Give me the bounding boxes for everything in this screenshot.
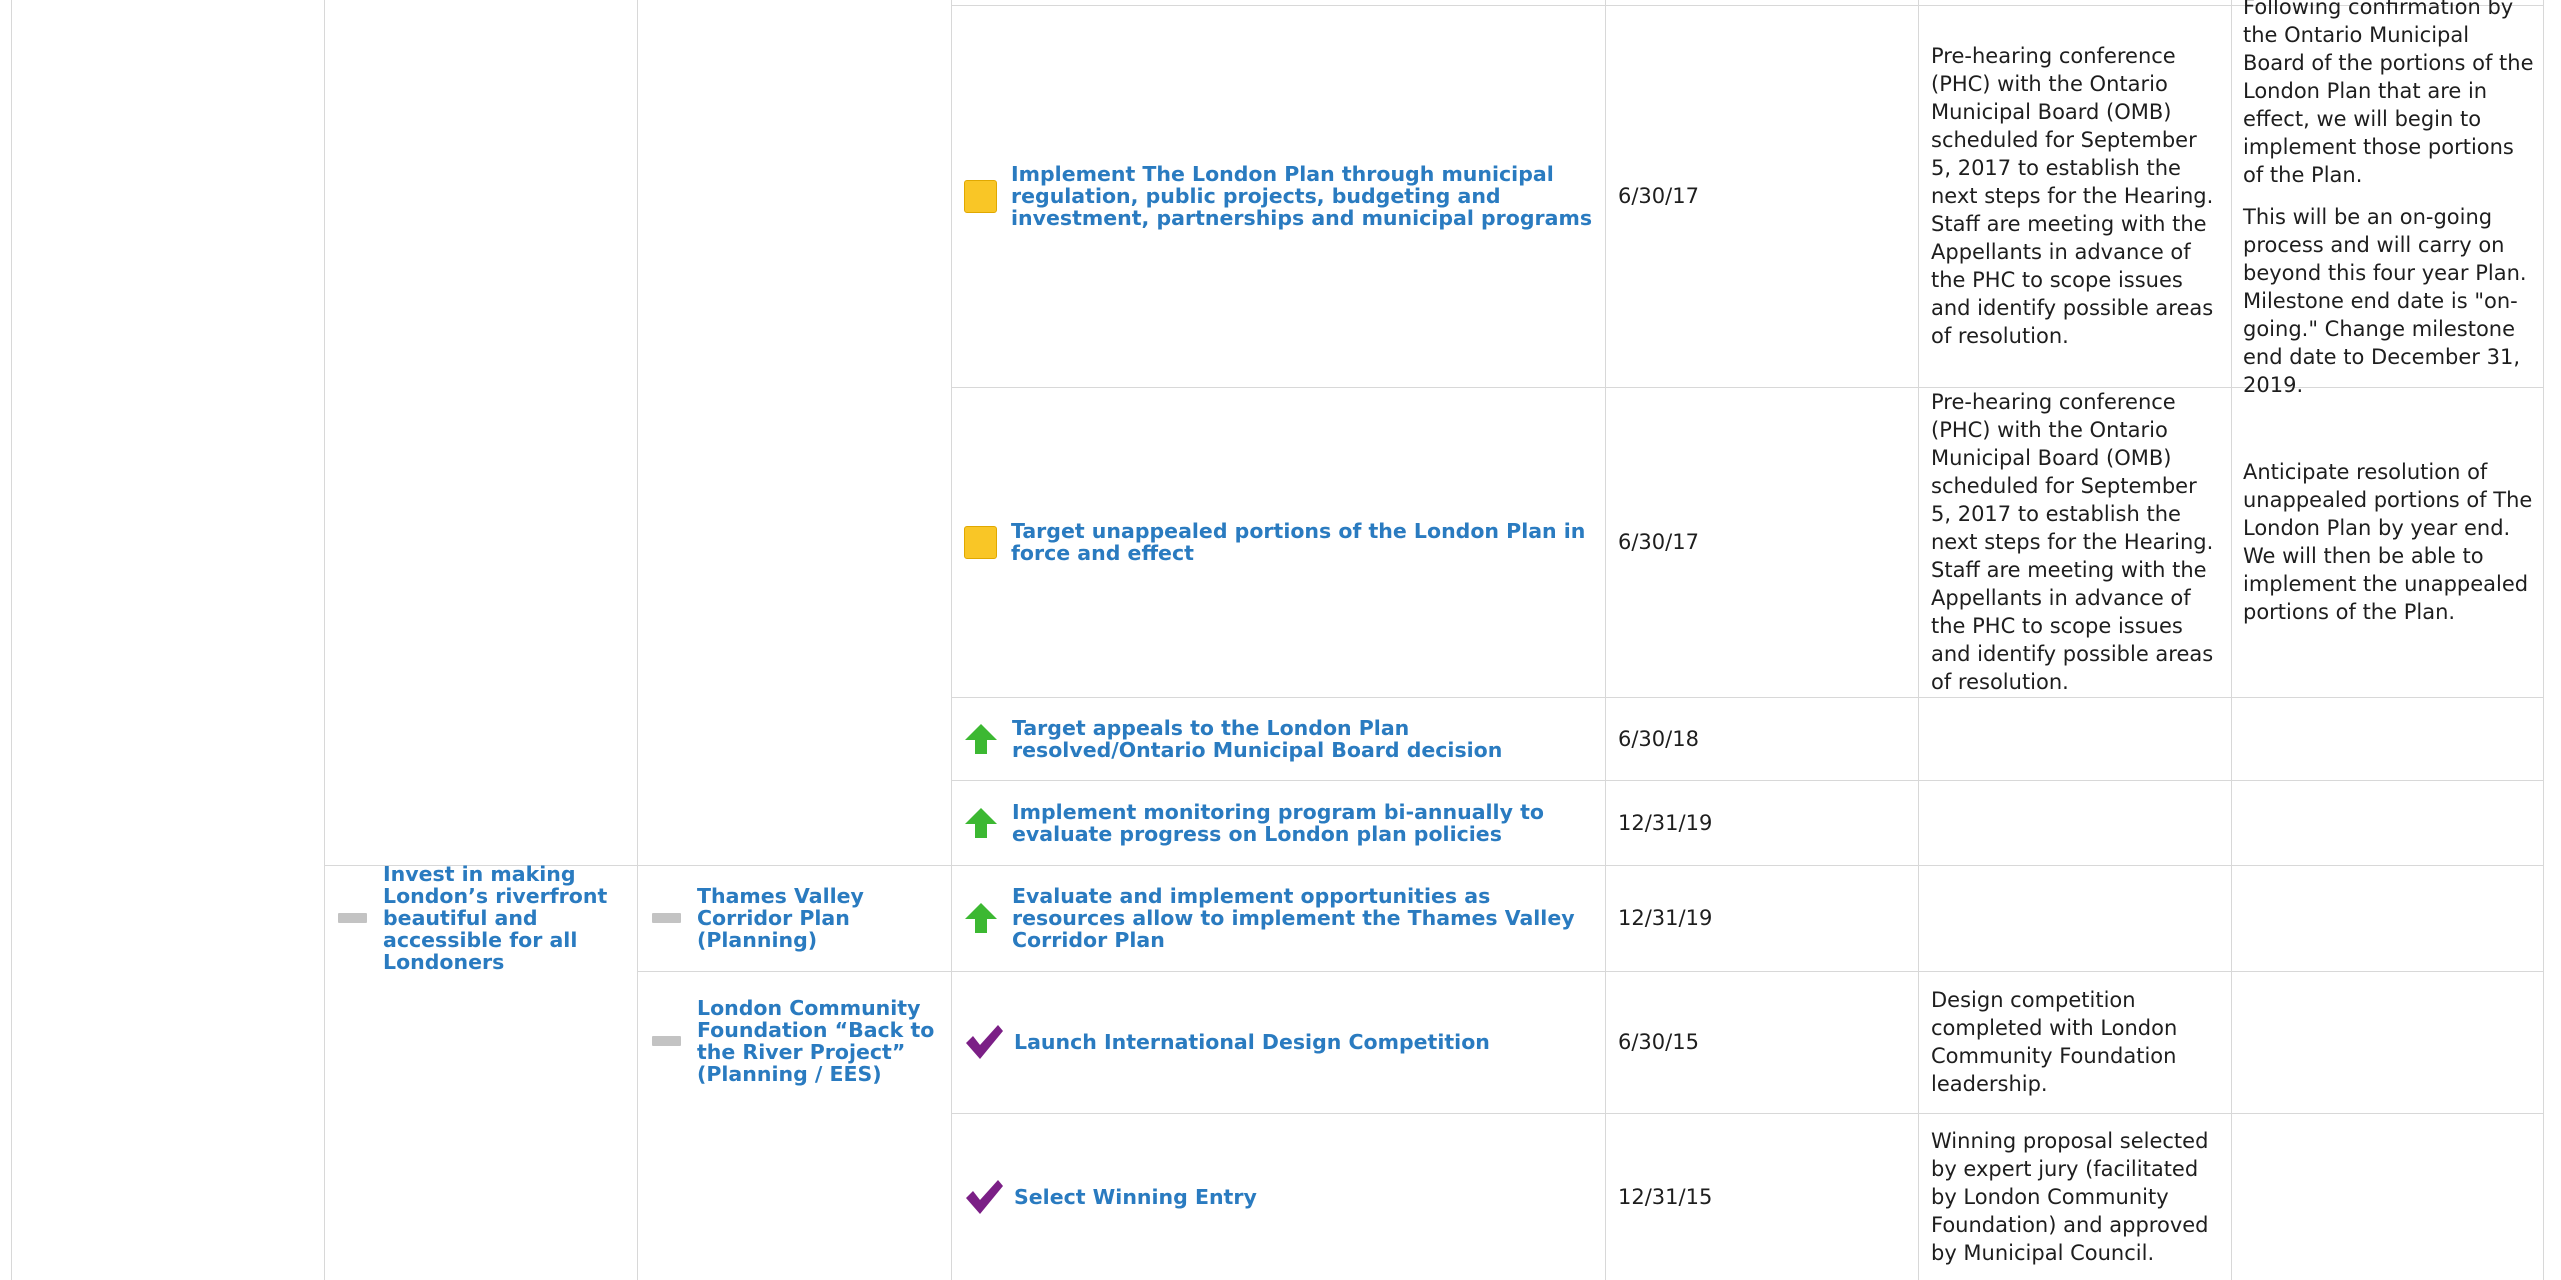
progress-text: Pre-hearing conference (PHC) with the On… bbox=[1931, 390, 2214, 694]
initiative-row: London Community Foundation “Back to the… bbox=[652, 990, 938, 1092]
milestone-date: 12/31/15 bbox=[1618, 1184, 1713, 1209]
note-paragraph: Following confirmation by the Ontario Mu… bbox=[2243, 0, 2534, 187]
milestone-row: Implement monitoring program bi-annually… bbox=[964, 780, 1596, 865]
green-up-arrow-icon bbox=[965, 903, 997, 933]
column-divider bbox=[951, 0, 952, 1280]
note-paragraph: Anticipate resolution of unappealed port… bbox=[2243, 460, 2533, 624]
grey-dash-icon bbox=[652, 913, 681, 923]
milestone-row: Target unappealed portions of the London… bbox=[964, 387, 1596, 697]
milestone-link[interactable]: Select Winning Entry bbox=[1014, 1186, 1257, 1208]
milestone-link[interactable]: Target appeals to the London Plan resolv… bbox=[1012, 717, 1596, 761]
milestone-row: Launch International Design Competition bbox=[964, 971, 1596, 1113]
green-up-arrow-icon bbox=[965, 807, 997, 838]
notes-text: Following confirmation by the Ontario Mu… bbox=[2243, 0, 2537, 397]
column-divider bbox=[2543, 0, 2544, 1280]
milestone-row: Evaluate and implement opportunities as … bbox=[964, 865, 1596, 971]
milestone-link[interactable]: Evaluate and implement opportunities as … bbox=[1012, 885, 1596, 951]
column-divider bbox=[637, 0, 638, 1280]
milestone-link[interactable]: Implement The London Plan through munici… bbox=[1011, 163, 1596, 229]
milestone-link[interactable]: Launch International Design Competition bbox=[1014, 1031, 1490, 1053]
column-divider bbox=[2231, 0, 2232, 1280]
progress-text: Winning proposal selected by expert jury… bbox=[1931, 1128, 2209, 1265]
note-paragraph: This will be an on-going process and wil… bbox=[2243, 205, 2527, 397]
column-divider bbox=[1605, 0, 1606, 1280]
notes-text: Anticipate resolution of unappealed port… bbox=[2243, 387, 2537, 697]
yellow-square-icon bbox=[964, 525, 997, 559]
milestone-row: Target appeals to the London Plan resolv… bbox=[964, 697, 1596, 780]
milestone-date: 12/31/19 bbox=[1618, 906, 1713, 930]
milestone-date: 6/30/17 bbox=[1618, 530, 1699, 554]
progress-text: Pre-hearing conference (PHC) with the On… bbox=[1931, 44, 2214, 348]
strategy-row: Invest in making London’s riverfront bea… bbox=[338, 863, 624, 973]
initiative-link[interactable]: London Community Foundation “Back to the… bbox=[697, 997, 938, 1085]
grey-dash-icon bbox=[652, 1036, 681, 1046]
strategy-link[interactable]: Invest in making London’s riverfront bea… bbox=[383, 863, 624, 973]
yellow-square-icon bbox=[964, 179, 997, 213]
green-up-arrow-icon bbox=[965, 723, 997, 754]
milestone-date: 6/30/18 bbox=[1618, 726, 1699, 751]
column-divider bbox=[1918, 0, 1919, 1280]
milestone-date: 6/30/15 bbox=[1618, 1030, 1699, 1054]
milestone-row: Select Winning Entry bbox=[964, 1113, 1596, 1280]
grey-dash-icon bbox=[338, 913, 367, 923]
column-divider bbox=[11, 0, 12, 1280]
purple-checkmark-icon bbox=[966, 1179, 1003, 1214]
milestone-row: Implement The London Plan through munici… bbox=[964, 5, 1596, 387]
milestone-date: 6/30/17 bbox=[1618, 184, 1699, 208]
purple-checkmark-icon bbox=[966, 1025, 1003, 1059]
initiative-link[interactable]: Thames Valley Corridor Plan (Planning) bbox=[697, 885, 938, 951]
column-divider bbox=[324, 0, 325, 1280]
milestone-link[interactable]: Target unappealed portions of the London… bbox=[1011, 520, 1596, 564]
milestone-date: 12/31/19 bbox=[1618, 810, 1713, 835]
initiative-row: Thames Valley Corridor Plan (Planning) bbox=[652, 868, 938, 968]
milestone-link[interactable]: Implement monitoring program bi-annually… bbox=[1012, 801, 1596, 845]
progress-text: Design competition completed with London… bbox=[1931, 988, 2178, 1096]
